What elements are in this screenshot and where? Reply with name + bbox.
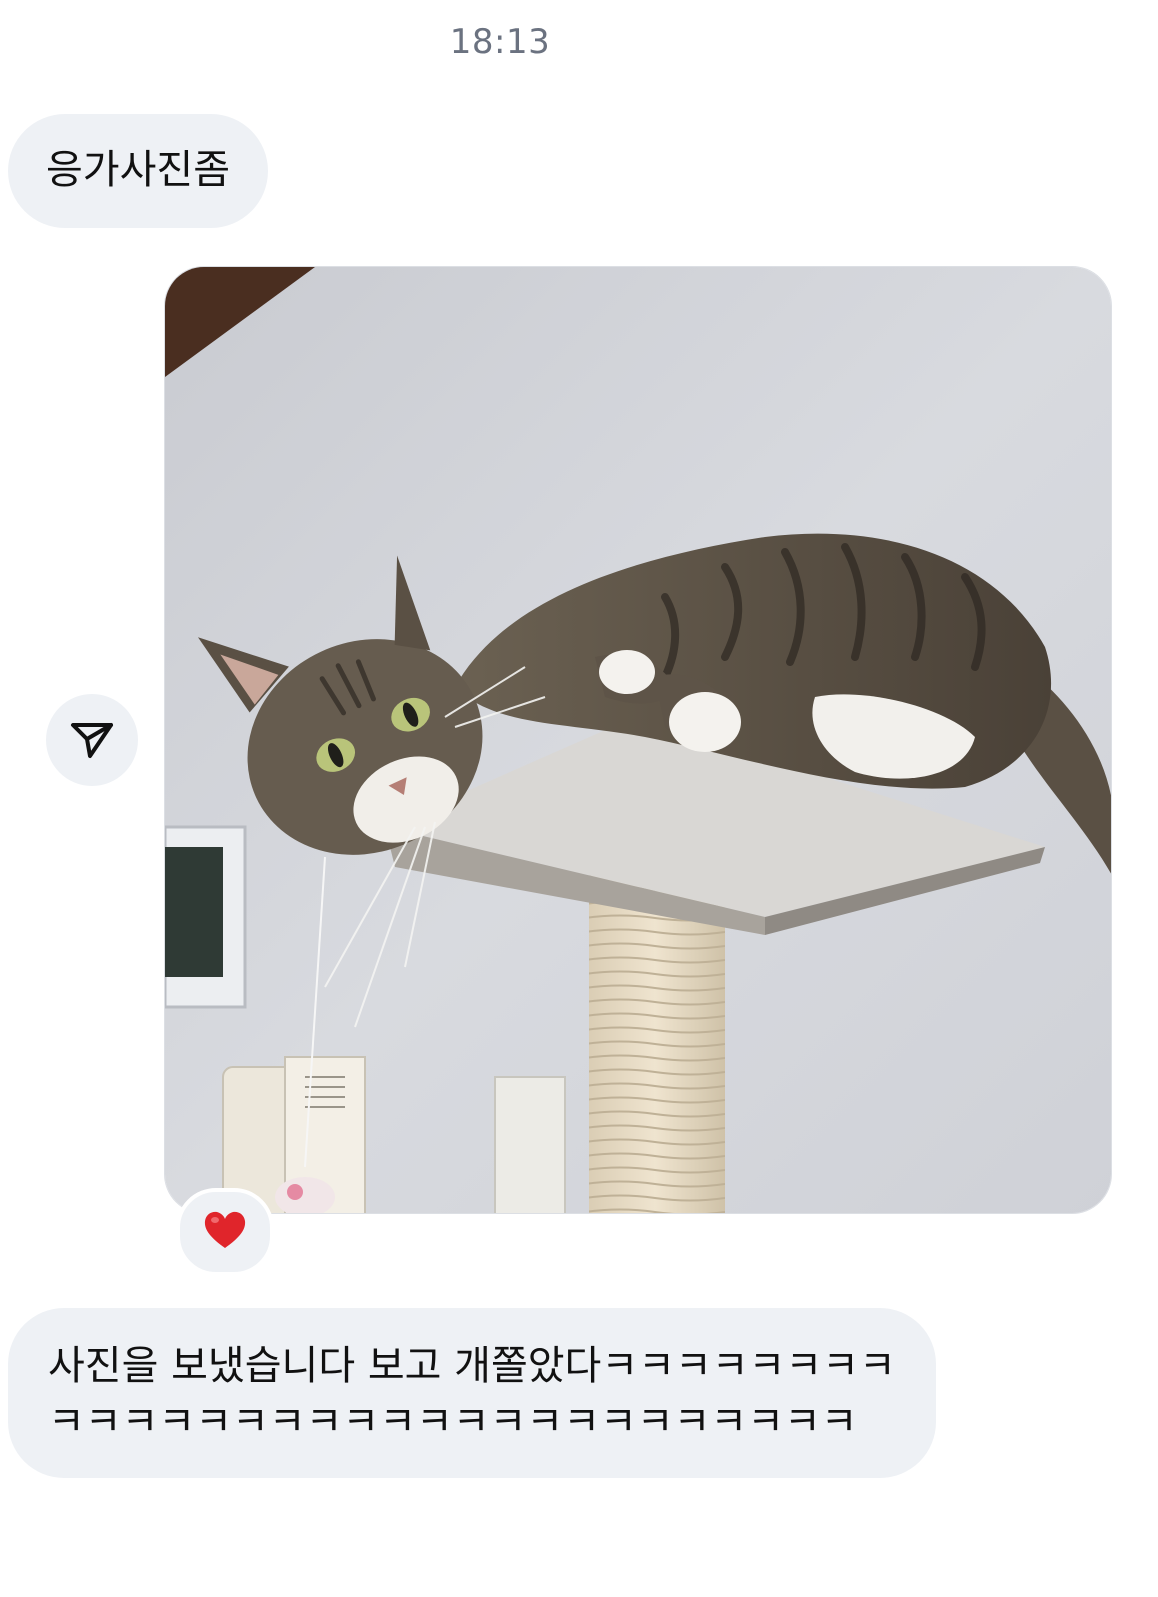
message-timestamp: 18:13 — [449, 22, 551, 62]
shared-photo[interactable] — [164, 266, 1112, 1214]
incoming-message-bubble[interactable]: 사진을 보냈습니다 보고 개쫄았다ㅋㅋㅋㅋㅋㅋㅋㅋㅋㅋㅋㅋㅋㅋㅋㅋㅋㅋㅋㅋㅋㅋㅋ… — [8, 1308, 936, 1478]
chat-screen: 18:13 응가사진좀 사진을 보냈습니다 보고 개쫄았다ㅋㅋㅋㅋㅋㅋㅋㅋㅋㅋㅋ… — [0, 0, 1158, 1597]
share-button[interactable] — [46, 694, 138, 786]
message-text: 응가사진좀 — [46, 147, 230, 193]
heart-icon — [203, 1210, 247, 1254]
reaction-badge[interactable] — [176, 1188, 274, 1276]
cat-photo-image — [165, 267, 1111, 1213]
message-text: 사진을 보냈습니다 보고 개쫄았다ㅋㅋㅋㅋㅋㅋㅋㅋㅋㅋㅋㅋㅋㅋㅋㅋㅋㅋㅋㅋㅋㅋㅋ… — [48, 1343, 896, 1445]
send-icon — [68, 714, 116, 766]
incoming-message-bubble[interactable]: 응가사진좀 — [8, 114, 268, 228]
